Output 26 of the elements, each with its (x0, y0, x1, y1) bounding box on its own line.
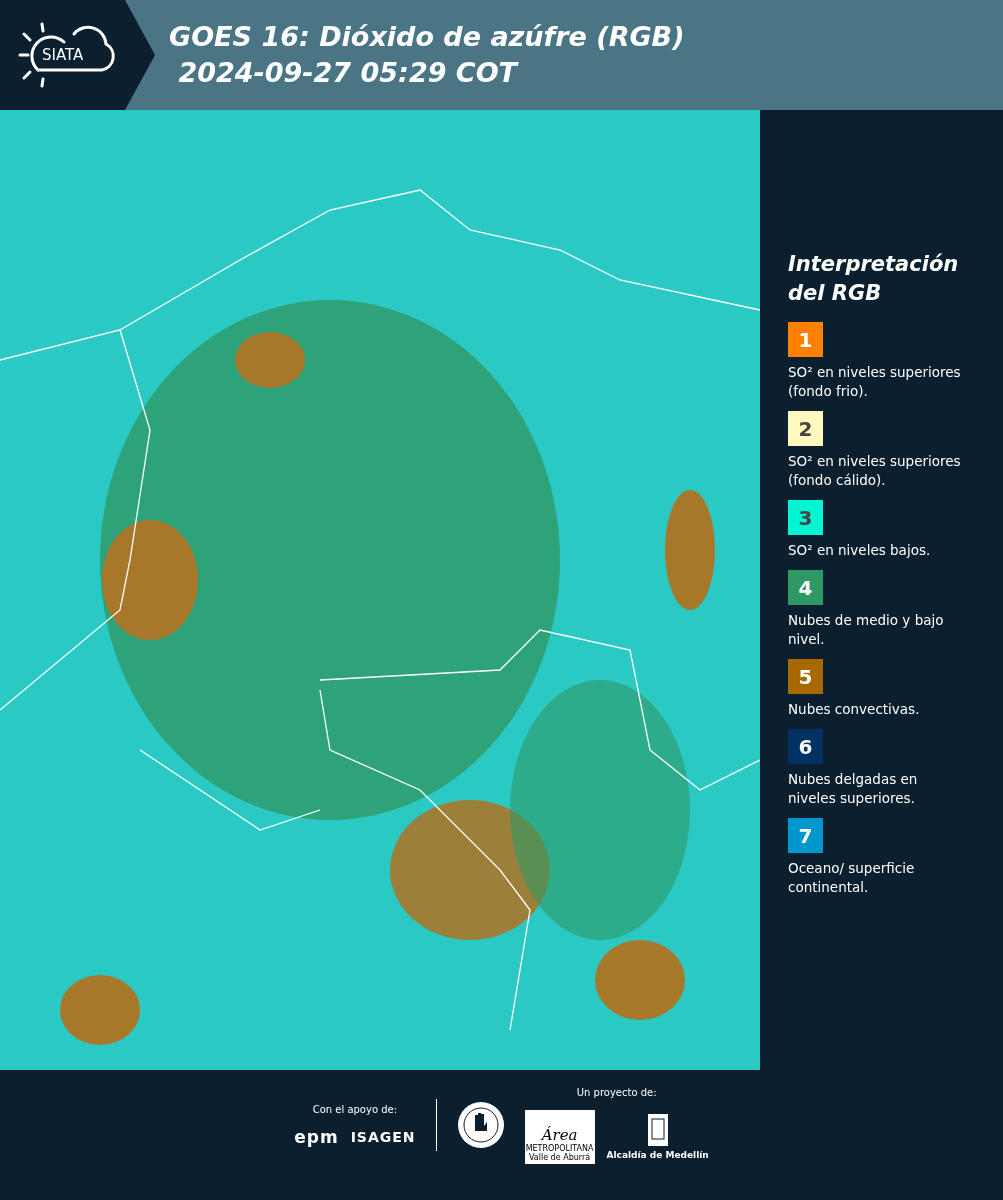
legend-swatch: 3 (788, 500, 823, 535)
legend-label: SO² en niveles superiores (fondo frio). (788, 363, 962, 401)
coat-of-arms-icon (646, 1113, 669, 1147)
legend-swatch: 1 (788, 322, 823, 357)
timestamp: 2024-09-27 05:29 COT (177, 56, 520, 90)
legend-label: Oceano/ superficie continental. (788, 859, 916, 897)
sponsor-logo: ISAGEN (350, 1128, 416, 1145)
legend-swatch: 4 (788, 570, 823, 605)
legend-label: Nubes delgadas en niveles superiores. (788, 770, 919, 808)
logo-text: SIATA (42, 46, 84, 64)
area-logo: Área METROPOLITANA Valle de Aburrá (524, 1109, 595, 1164)
alcaldia-label: Alcaldía de Medellín (606, 1150, 709, 1160)
legend-swatch: 7 (788, 818, 823, 853)
page-title: GOES 16: Dióxido de azúfre (RGB) (169, 20, 685, 54)
project-label: Un proyecto de: (576, 1086, 657, 1098)
legend-label: SO² en niveles superiores (fondo cálido). (788, 452, 962, 490)
legend-title: Interpretación del RGB (788, 251, 960, 307)
legend-label: Nubes convectivas. (788, 700, 921, 719)
sponsor-logo: epm (294, 1126, 339, 1147)
legend-swatch: 2 (788, 411, 823, 446)
legend-label: SO² en niveles bajos. (788, 541, 932, 560)
seal-icon (456, 1101, 505, 1149)
support-label: Con el apoyo de: (312, 1103, 398, 1115)
legend-label: Nubes de medio y bajo nivel. (788, 611, 945, 649)
legend-swatch: 5 (788, 659, 823, 694)
legend-swatch: 6 (788, 729, 823, 764)
